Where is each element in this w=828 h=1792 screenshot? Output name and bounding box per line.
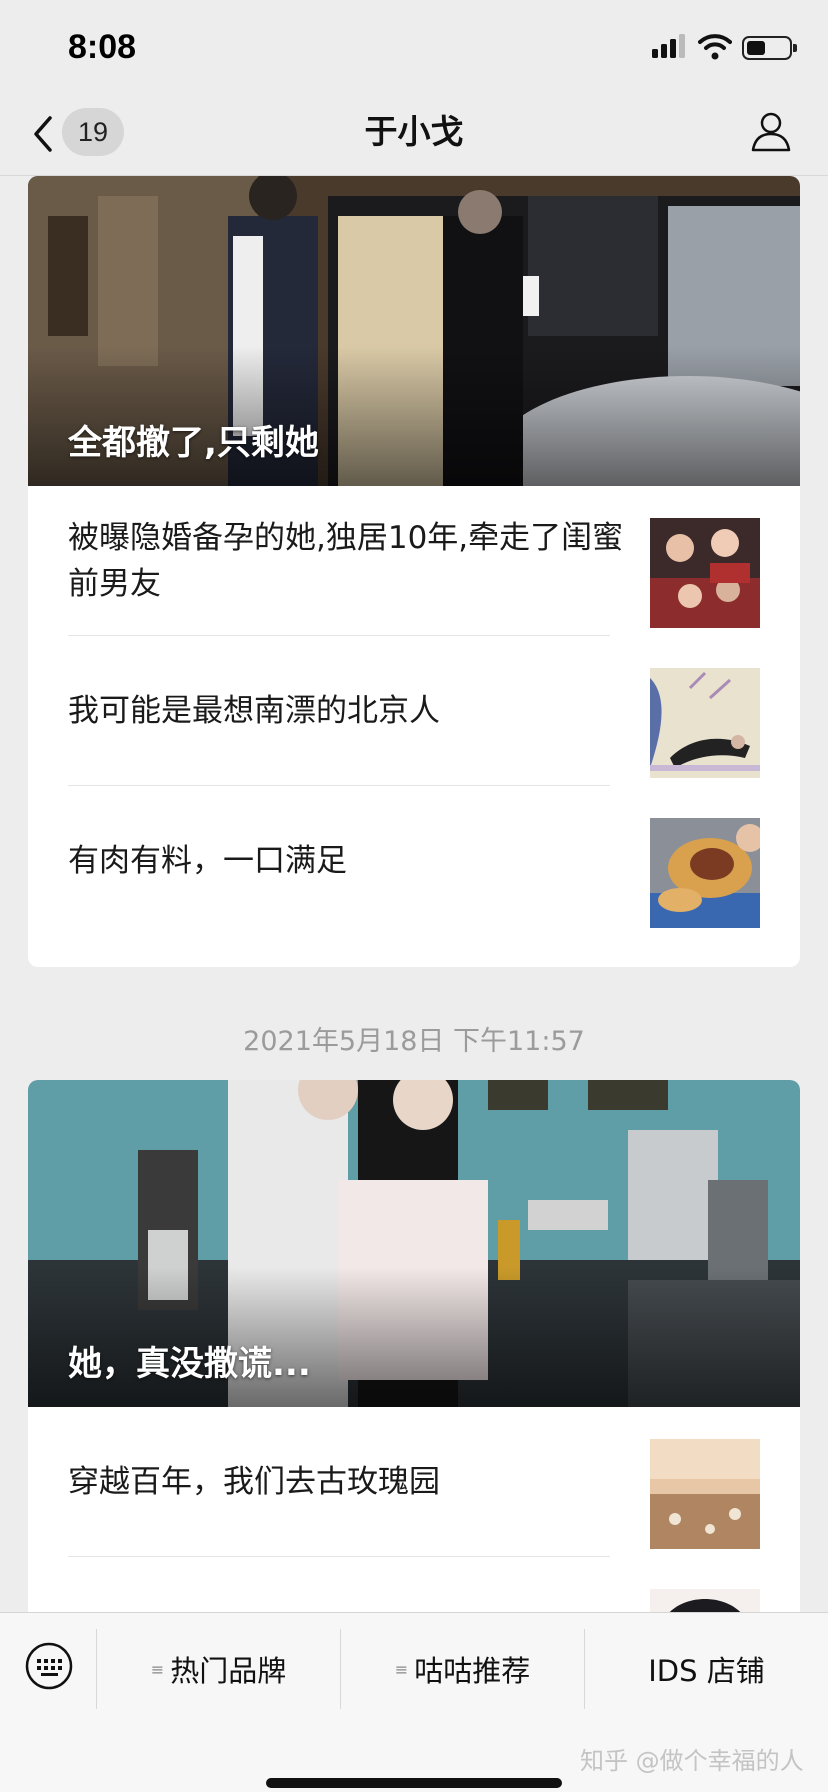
keyboard-toggle-icon[interactable] [24,1641,74,1691]
list-item[interactable]: 被曝隐婚备孕的她,独居10年,牵走了闺蜜前男友 [28,486,800,636]
article-thumbnail [650,1439,760,1549]
article-title: 穿越百年，我们去古玫瑰园 [68,1464,440,1500]
article-thumbnail [650,1589,760,1612]
article-card: 全都撤了,只剩她 被曝隐婚备孕的她,独居10年,牵走了闺蜜前男友 我可能是最想南… [28,176,800,967]
menu-item-label: 咕咕推荐 [414,1654,531,1688]
nav-bar: 19 于小戈 [0,96,828,176]
hero-title: 全都撤了,只剩她 [68,423,319,463]
battery-icon [742,36,797,60]
hero-article[interactable]: 她，真没撒谎... [28,1080,800,1407]
home-indicator [266,1778,562,1788]
hero-title: 她，真没撒谎... [68,1344,311,1384]
menu-item-label: 热门品牌 [170,1654,287,1688]
article-thumbnail [650,668,760,778]
article-title: 被曝隐婚备孕的她,独居10年,牵走了闺蜜前男友 [68,520,624,602]
article-card: 她，真没撒谎... 穿越百年，我们去古玫瑰园 [28,1080,800,1612]
message-timestamp: 2021年5月18日 下午11:57 [243,1026,585,1057]
status-bar: 8:08 [0,0,828,96]
menu-item-recommend[interactable]: ≡ 咕咕推荐 [341,1613,584,1725]
profile-icon[interactable] [750,110,792,152]
menu-item-hot-brands[interactable]: ≡ 热门品牌 [97,1613,340,1725]
back-chevron-icon[interactable] [28,112,58,156]
wifi-icon [698,34,732,60]
list-item[interactable]: 我可能是最想南漂的北京人 [28,636,800,786]
cellular-signal-icon [652,34,685,58]
bottom-menu-bar: ≡ 热门品牌 ≡ 咕咕推荐 IDS 店铺 知乎 @做个幸福的人 [0,1612,828,1792]
list-item[interactable]: 有肉有料，一口满足 [28,786,800,936]
article-thumbnail [650,818,760,928]
article-thumbnail [650,518,760,628]
article-feed: 全都撤了,只剩她 被曝隐婚备孕的她,独居10年,牵走了闺蜜前男友 我可能是最想南… [0,176,828,1612]
article-title: 我可能是最想南漂的北京人 [68,693,440,729]
status-time: 8:08 [68,28,137,66]
page-title: 于小戈 [364,112,464,151]
submenu-icon: ≡ [150,1659,165,1679]
watermark: 知乎 @做个幸福的人 [580,1747,804,1775]
submenu-icon: ≡ [394,1659,409,1679]
menu-item-ids-store[interactable]: IDS 店铺 [585,1613,828,1725]
list-item[interactable] [28,1557,800,1612]
list-item[interactable]: 穿越百年，我们去古玫瑰园 [28,1407,800,1557]
unread-count-badge[interactable]: 19 [62,108,124,156]
article-title: 有肉有料，一口满足 [68,843,347,879]
hero-article[interactable]: 全都撤了,只剩她 [28,176,800,486]
menu-item-label: IDS 店铺 [648,1654,765,1688]
